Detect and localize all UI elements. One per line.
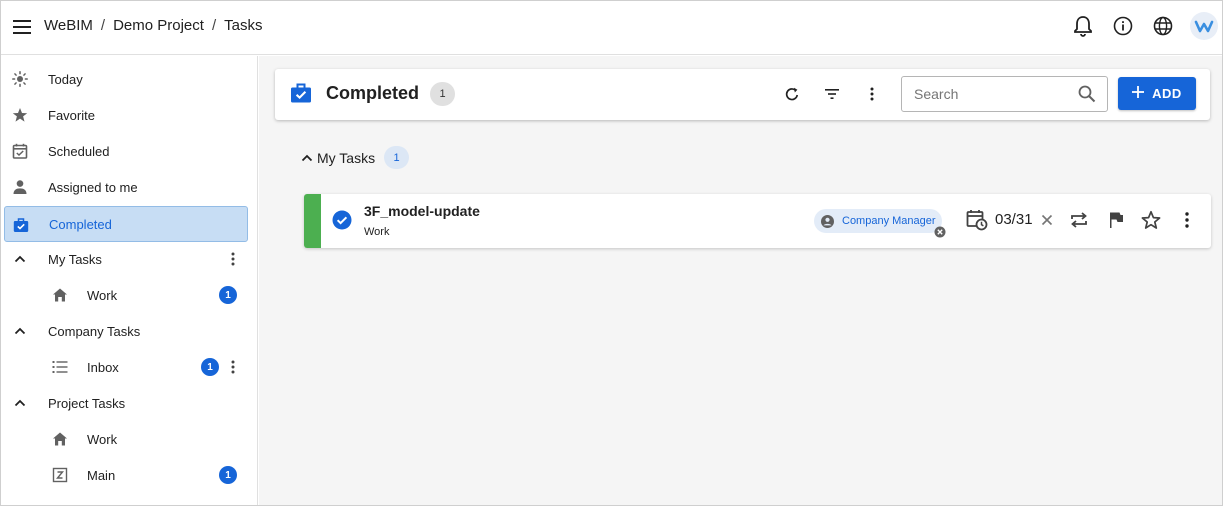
breadcrumb: WeBIM / Demo Project / Tasks [44,17,262,34]
sidebar-group-my-tasks[interactable]: My Tasks [4,242,248,276]
chevron-up-icon[interactable] [12,323,28,339]
breadcrumb-app[interactable]: WeBIM [44,17,93,34]
sidebar-item-label: Assigned to me [48,179,138,195]
clear-due-date-icon[interactable] [1040,213,1054,227]
briefcase-check-icon [290,82,312,104]
sidebar-item-label: Main [87,467,116,483]
top-bar: WeBIM / Demo Project / Tasks [1,1,1222,55]
bell-icon[interactable] [1070,11,1096,41]
more-vert-icon[interactable] [861,83,883,105]
status-stripe [304,194,321,248]
count-badge: 1 [219,466,237,484]
avatar[interactable] [1190,12,1218,40]
sidebar-item-assigned-to-me[interactable]: Assigned to me [4,170,248,204]
info-icon[interactable] [1110,11,1136,41]
sidebar-item-label: Favorite [48,107,95,123]
breadcrumb-separator: / [211,17,217,34]
count-badge: 1 [219,286,237,304]
completed-check-icon[interactable] [332,210,352,230]
list-icon [52,359,68,375]
more-vert-icon[interactable] [1176,209,1198,231]
count-badge: 1 [384,146,409,169]
sidebar-item-label: Work [87,287,118,303]
globe-icon[interactable] [1150,11,1176,41]
sidebar-item-label: Work [87,431,118,447]
breadcrumb-separator: / [100,17,106,34]
sidebar-item-completed[interactable]: Completed [4,206,248,242]
chevron-up-icon[interactable] [12,395,28,411]
home-icon [52,287,68,303]
repeat-icon[interactable] [1068,209,1090,231]
due-date[interactable]: 03/31 [995,211,1033,228]
main-content: Completed 1 ADD My Tasks 1 [259,56,1222,505]
calendar-clock-icon[interactable] [966,209,988,231]
task-name[interactable]: 3F_model-update [364,203,480,219]
sidebar-group-label: Company Tasks [48,323,141,339]
sidebar-group-label: Project Tasks [48,395,126,411]
chevron-up-icon[interactable] [12,251,28,267]
flag-icon[interactable] [1105,209,1127,231]
sidebar-item-favorite[interactable]: Favorite [4,98,248,132]
star-icon [12,107,28,123]
sidebar-item-work[interactable]: Work 1 [4,278,248,312]
star-outline-icon[interactable] [1140,209,1162,231]
plus-icon [1132,86,1145,101]
page-title: Completed [326,83,420,103]
search-icon[interactable] [1078,85,1096,103]
sidebar-item-work[interactable]: Work [4,422,248,456]
assignee-name: Company Manager [842,215,936,227]
task-group-label: My Tasks [317,150,376,166]
sidebar-group-label: My Tasks [48,251,102,267]
remove-assignee-icon[interactable] [934,225,946,238]
sidebar-item-label: Completed [49,216,112,232]
sidebar: Today Favorite Scheduled Assigned to me … [1,56,258,505]
search-box [901,76,1108,112]
count-badge: 1 [430,82,455,106]
breadcrumb-page: Tasks [224,17,263,34]
sidebar-item-label: Today [48,71,83,87]
sidebar-item-label: Inbox [87,359,119,375]
home-icon [52,431,68,447]
calendar-check-icon [12,143,28,159]
sidebar-item-label: Scheduled [48,143,110,159]
add-button-label: ADD [1152,86,1182,101]
task-row[interactable]: 3F_model-update Work Company Manager 03/… [304,194,1211,248]
assignee-chip[interactable]: Company Manager [814,209,946,238]
more-vert-icon[interactable] [225,359,241,375]
sidebar-item-today[interactable]: Today [4,62,248,96]
refresh-icon[interactable] [781,83,803,105]
sidebar-group-company-tasks[interactable]: Company Tasks [4,314,248,348]
sidebar-item-main[interactable]: Main 1 [4,458,248,492]
chevron-up-icon[interactable] [300,151,314,165]
sidebar-group-project-tasks[interactable]: Project Tasks [4,386,248,420]
briefcase-check-icon [13,217,29,233]
filter-icon[interactable] [821,83,843,105]
sidebar-item-inbox[interactable]: Inbox 1 [4,350,248,384]
more-vert-icon[interactable] [225,251,241,267]
task-group-header[interactable]: My Tasks [300,146,375,170]
account-circle-icon [821,215,834,228]
count-badge: 1 [201,358,219,376]
search-input[interactable] [914,84,1074,104]
z-box-icon [52,467,68,483]
list-toolbar: Completed 1 ADD [275,69,1210,120]
breadcrumb-project[interactable]: Demo Project [113,17,204,34]
person-icon [12,179,28,195]
sidebar-item-scheduled[interactable]: Scheduled [4,134,248,168]
add-button[interactable]: ADD [1118,77,1196,110]
sun-icon [12,71,28,87]
menu-icon[interactable] [11,16,33,38]
task-list-name: Work [364,226,390,238]
